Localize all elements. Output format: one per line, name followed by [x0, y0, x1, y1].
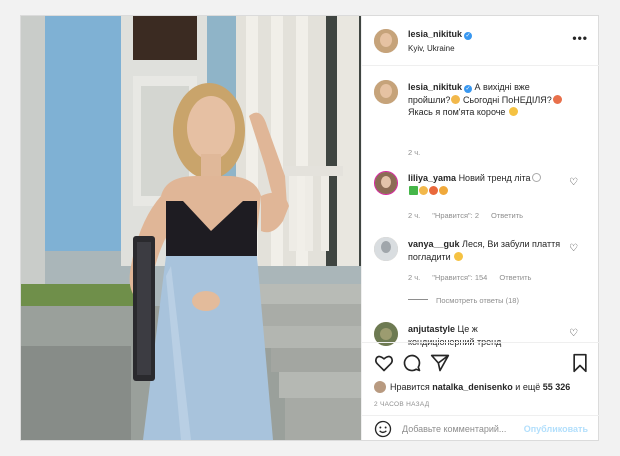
check-mark-icon: [409, 185, 418, 195]
heart-icon[interactable]: ♡: [569, 177, 578, 188]
post-photo[interactable]: [21, 16, 361, 440]
view-replies-button[interactable]: Посмотреть ответы (18): [408, 296, 519, 305]
heart-icon[interactable]: ♡: [569, 328, 578, 339]
comment-body: Це ж: [457, 324, 478, 334]
post-header: lesia_nikituk ✓ Kyiv, Ukraine •••: [362, 16, 600, 66]
caption-part-2: Сьогодні ПоНЕДІЛЯ?: [462, 94, 552, 105]
comment-likes[interactable]: "Нравится": 2: [432, 211, 479, 220]
comment-time: 2 ч.: [408, 211, 421, 220]
caption-username[interactable]: lesia_nikituk: [408, 82, 462, 92]
comment-text: vanya__guk Леся, Ви забули плаття поглад…: [408, 238, 568, 263]
comment-input[interactable]: Добавьте комментарий...: [402, 424, 506, 434]
drop-icon: [531, 173, 541, 182]
verified-badge-icon: ✓: [464, 32, 473, 40]
comment-username[interactable]: vanya__guk: [408, 239, 460, 249]
caption-avatar[interactable]: [374, 80, 398, 104]
smile-face-icon: [454, 251, 464, 261]
face-icon: [419, 185, 428, 195]
clap-icon: [439, 185, 448, 195]
add-comment-bar: Добавьте комментарий... Опубликовать: [362, 415, 600, 441]
reply-button[interactable]: Ответить: [499, 273, 531, 282]
reply-button[interactable]: Ответить: [491, 211, 523, 220]
more-options-icon[interactable]: •••: [572, 32, 588, 44]
post-timestamp[interactable]: 2 ЧАСОВ НАЗАД: [374, 401, 429, 408]
author-username[interactable]: lesia_nikituk: [408, 29, 462, 39]
comment-avatar[interactable]: [374, 171, 398, 195]
bookmark-icon[interactable]: [570, 353, 590, 373]
weary-face-icon: [451, 94, 461, 104]
verified-badge-icon: ✓: [464, 85, 473, 93]
smile-icon[interactable]: [374, 420, 392, 438]
heart-icon[interactable]: [374, 353, 394, 373]
liker-username[interactable]: natalka_denisenko: [432, 382, 513, 392]
publish-button[interactable]: Опубликовать: [524, 424, 588, 434]
photo-illustration: [21, 16, 361, 440]
hot-face-icon: [552, 94, 562, 104]
comment-meta: 2 ч. "Нравится": 154 Ответить: [408, 273, 543, 282]
heart-icon[interactable]: ♡: [569, 243, 578, 254]
comment-time: 2 ч.: [408, 273, 421, 282]
comment-icon[interactable]: [402, 353, 422, 373]
share-icon[interactable]: [430, 353, 450, 373]
caption-part-3: Якась я пом'ята короче: [408, 107, 506, 117]
comment-avatar[interactable]: [374, 237, 398, 261]
caption-text: lesia_nikituk ✓ А вихідні вже пройшли? Сь…: [408, 81, 568, 119]
comment-body: Новий тренд літа: [458, 173, 531, 183]
comments-list[interactable]: lesia_nikituk ✓ А вихідні вже пройшли? Сь…: [362, 67, 600, 347]
instagram-post: lesia_nikituk ✓ Kyiv, Ukraine ••• lesia_n…: [20, 15, 600, 441]
comment-likes[interactable]: "Нравится": 154: [432, 273, 487, 282]
fire-icon: [429, 185, 438, 195]
caption-time: 2 ч.: [408, 148, 421, 157]
likes-count[interactable]: 55 326: [543, 382, 571, 392]
post-location[interactable]: Kyiv, Ukraine: [408, 44, 455, 53]
post-sidebar: lesia_nikituk ✓ Kyiv, Ukraine ••• lesia_n…: [361, 16, 600, 440]
author-username-row: lesia_nikituk ✓: [408, 29, 473, 40]
replies-divider: [408, 299, 428, 300]
comment-username[interactable]: liliya_yama: [408, 173, 456, 183]
comment-username[interactable]: anjutastyle: [408, 324, 455, 334]
likes-middle: и ещё: [515, 382, 541, 392]
comment-meta: 2 ч. "Нравится": 2 Ответить: [408, 211, 535, 220]
author-avatar[interactable]: [374, 29, 398, 53]
action-icons: [374, 353, 588, 375]
post-actions: Нравится natalka_denisenko и ещё 55 326 …: [362, 342, 600, 440]
liker-avatar[interactable]: [374, 381, 386, 393]
laughing-face-icon: [508, 107, 518, 116]
likes-prefix: Нравится: [390, 382, 430, 392]
likes-summary: Нравится natalka_denisenko и ещё 55 326: [374, 381, 570, 393]
comment-text: liliya_yama Новий тренд літа: [408, 172, 568, 197]
